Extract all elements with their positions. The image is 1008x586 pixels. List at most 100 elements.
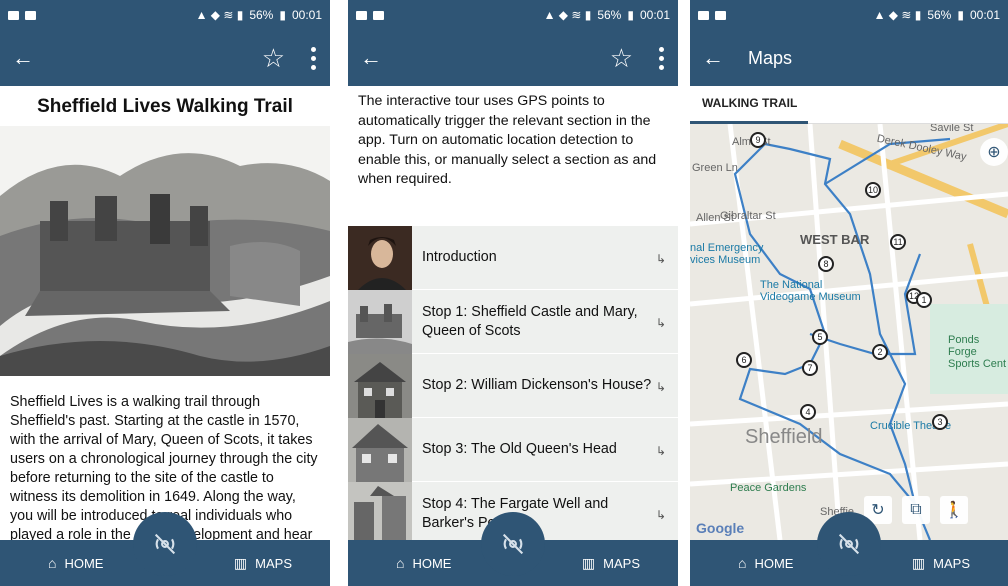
map-view[interactable]: WEST BAR The National Videogame Museum n… [690,124,1008,540]
nav-maps-label: MAPS [603,555,640,571]
app-toolbar: ← ☆ [0,30,330,86]
map-canvas [690,124,1008,540]
stop-label: Stop 3: The Old Queen's Head [422,441,617,457]
inn-thumbnail [348,417,412,482]
app-toolbar: ← ☆ [348,30,678,86]
message-notification-icon [373,10,384,20]
signal-icons: ▲ ◆ ≋ ▮ [873,8,922,22]
stop-item-2[interactable]: Stop 2: William Dickenson's House? ↳ [348,353,678,418]
stop-item-3[interactable]: Stop 3: The Old Queen's Head ↳ [348,417,678,482]
stop-list: Introduction ↳ Stop 1: Sheffield Castle … [348,225,678,546]
battery-level: 56% [597,8,622,22]
tab-walking-trail[interactable]: WALKING TRAIL [690,86,809,124]
image-notification-icon [356,10,367,20]
nav-home-label: HOME [412,555,452,571]
nav-home-button[interactable]: ⌂ HOME [396,555,451,571]
map-icon: ▥ [581,554,596,571]
crosshair-icon: ⊕ [987,144,1001,161]
battery-icon: ▮ [627,8,634,22]
app-toolbar: ← Maps [690,30,1008,86]
phone-screen-map: ▲ ◆ ≋ ▮ 56% ▮ 00:01 ← Maps WALKING TRAIL WE… [690,0,1008,586]
open-arrow-icon: ↳ [655,380,666,394]
location-off-button[interactable] [817,512,881,576]
favorite-star-icon[interactable]: ☆ [610,45,633,71]
location-off-button[interactable] [481,512,545,576]
tab-bar: WALKING TRAIL [690,86,1008,124]
trail-marker[interactable]: 8 [818,256,834,272]
map-label: Green Ln [692,162,738,174]
trail-marker[interactable]: 7 [802,360,818,376]
map-icon: ▥ [233,554,248,571]
overflow-menu-icon[interactable] [655,46,668,70]
map-layers-button[interactable]: ⧉ [902,496,930,524]
location-off-button[interactable] [133,512,197,576]
overflow-menu-icon[interactable] [307,46,320,70]
location-off-icon [502,533,524,555]
nav-maps-label: MAPS [933,555,970,571]
map-label: Savile St [930,124,974,134]
home-icon: ⌂ [738,555,747,571]
back-arrow-icon[interactable]: ← [12,45,42,71]
walking-icon: 🚶 [944,502,964,519]
open-arrow-icon: ↳ [655,508,666,522]
image-notification-icon [8,10,19,20]
battery-level: 56% [249,8,274,22]
nav-maps-button[interactable]: ▥ MAPS [582,555,640,572]
stop-item-1[interactable]: Stop 1: Sheffield Castle and Mary, Queen… [348,289,678,354]
back-arrow-icon[interactable]: ← [702,45,732,71]
trail-marker[interactable]: 3 [932,414,948,430]
phone-screen-stop-list: ▲ ◆ ≋ ▮ 56% ▮ 00:01 ← ☆ The interactive tou… [348,0,678,586]
castle-thumbnail [348,289,412,354]
map-label: nal Emergency vices Museum [690,242,764,266]
google-logo: Google [696,520,745,536]
stop-label: Introduction [422,249,497,265]
castle-illustration [0,126,330,376]
clock: 00:01 [291,8,322,22]
portrait-thumbnail [348,225,412,290]
my-location-button[interactable]: ⊕ [980,138,1008,166]
image-notification-icon [698,10,709,20]
favorite-star-icon[interactable]: ☆ [262,45,285,71]
stop-item-introduction[interactable]: Introduction ↳ [348,225,678,290]
trail-marker[interactable]: 5 [812,329,828,345]
map-icon: ▥ [911,554,926,571]
refresh-icon: ↻ [871,502,885,519]
nav-maps-button[interactable]: ▥ MAPS [912,555,970,572]
trail-marker[interactable]: 2 [872,344,888,360]
gps-instructions: The interactive tour uses GPS points to … [358,93,657,187]
trail-marker[interactable]: 10 [865,182,881,198]
nav-home-button[interactable]: ⌂ HOME [48,555,103,571]
message-notification-icon [25,10,36,20]
home-icon: ⌂ [48,555,57,571]
map-label: The National Videogame Museum [760,279,861,303]
trail-marker[interactable]: 6 [736,352,752,368]
trail-marker[interactable]: 9 [750,132,766,148]
trail-marker[interactable]: 4 [800,404,816,420]
clock: 00:01 [639,8,670,22]
nav-home-button[interactable]: ⌂ HOME [738,555,793,571]
trail-marker[interactable]: 1 [916,292,932,308]
nav-maps-label: MAPS [255,555,292,571]
nav-home-label: HOME [754,555,794,571]
stop-label: Stop 2: William Dickenson's House? [422,377,652,393]
map-label: Allen St [696,212,734,224]
trail-title: Sheffield Lives Walking Trail [37,96,293,117]
nav-home-label: HOME [64,555,104,571]
walking-mode-button[interactable]: 🚶 [940,496,968,524]
phone-screen-trail-intro: ▲ ◆ ≋ ▮ 56% ▮ 00:01 ← ☆ Sheffield Lives Wal… [0,0,330,586]
map-label: WEST BAR [800,232,870,247]
status-bar: ▲ ◆ ≋ ▮ 56% ▮ 00:01 [690,0,1008,30]
signal-icons: ▲ ◆ ≋ ▮ [543,8,592,22]
status-bar: ▲ ◆ ≋ ▮ 56% ▮ 00:01 [0,0,330,30]
nav-maps-button[interactable]: ▥ MAPS [234,555,292,572]
location-off-icon [154,533,176,555]
open-arrow-icon: ↳ [655,252,666,266]
location-off-icon [838,533,860,555]
screen-title: Maps [748,47,793,68]
back-arrow-icon[interactable]: ← [360,45,390,71]
open-arrow-icon: ↳ [655,316,666,330]
battery-icon: ▮ [957,8,964,22]
trail-marker[interactable]: 11 [890,234,906,250]
map-label: Ponds Forge Sports Cent [948,334,1007,370]
open-arrow-icon: ↳ [655,444,666,458]
